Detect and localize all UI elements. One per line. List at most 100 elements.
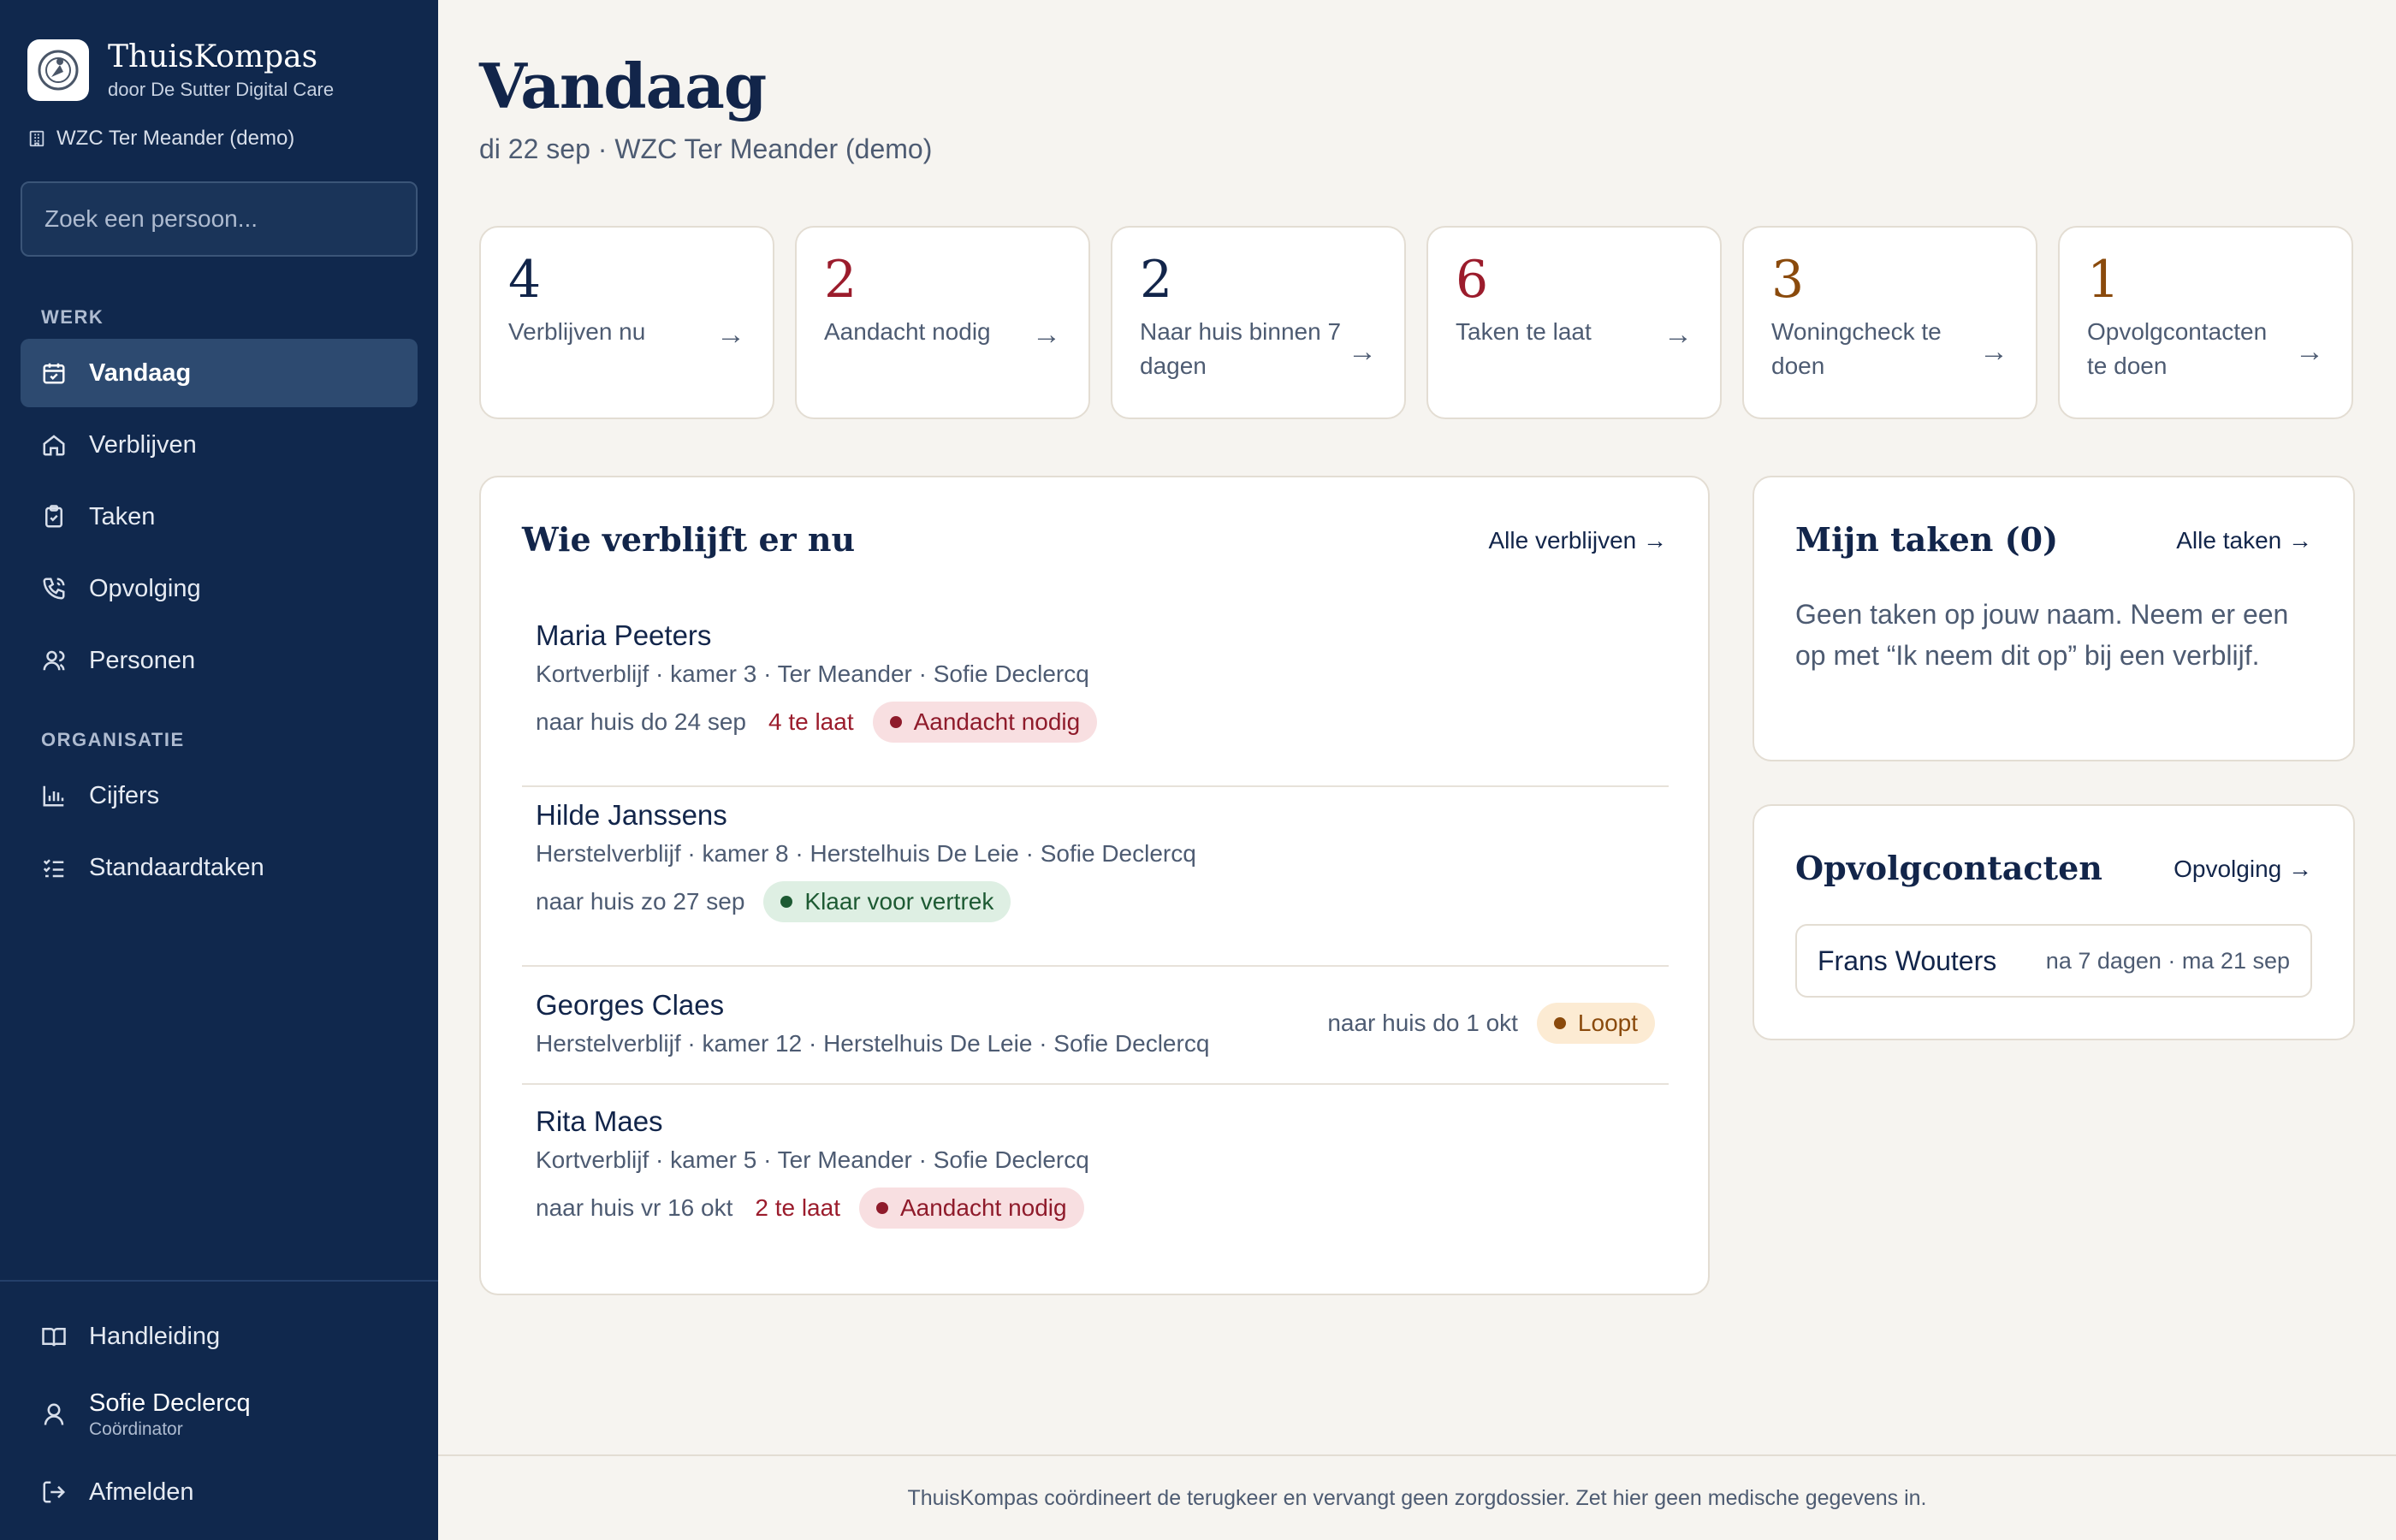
stat-label: Verblijven nu	[508, 318, 646, 345]
user-role: Coördinator	[89, 1419, 183, 1439]
badge-label: Klaar voor vertrek	[804, 888, 994, 915]
section-label-werk: WERK	[41, 306, 104, 328]
stay-status: naar huis do 24 sep 4 te laat Aandacht n…	[536, 702, 1098, 743]
stay-status: naar huis zo 27 sep Klaar voor vertrek	[536, 881, 1011, 922]
calendar-icon	[43, 363, 65, 384]
clipboard-check-icon	[45, 505, 62, 528]
section-label-organisatie: ORGANISATIE	[41, 729, 185, 750]
badge-label: Aandacht nodig	[899, 1194, 1067, 1221]
stat-card-verblijven-nu[interactable]: 4 Verblijven nu →	[479, 226, 774, 419]
stat-card-opvolgcontacten[interactable]: 1 Opvolgcontacten te doen →	[2058, 226, 2353, 419]
sidebar-item-taken[interactable]: Taken	[21, 483, 418, 551]
stat-value: 3	[1771, 250, 1805, 310]
arrow-right-icon: →	[716, 318, 745, 351]
book-icon	[42, 1328, 66, 1347]
status-dot-icon	[780, 896, 793, 908]
stat-value: 4	[508, 250, 542, 310]
return-date: naar huis zo 27 sep	[536, 888, 745, 915]
return-date: naar huis do 1 okt	[1327, 1010, 1518, 1036]
sidebar-item-label: Afmelden	[89, 1478, 194, 1506]
stay-meta: Kortverblijf · kamer 3 · Ter Meander · S…	[536, 660, 1089, 687]
return-date: naar huis vr 16 okt	[536, 1194, 733, 1221]
arrow-right-icon: →	[1348, 335, 1377, 368]
status-dot-icon	[875, 1202, 888, 1214]
sidebar-item-afmelden[interactable]: Afmelden	[21, 1458, 418, 1526]
sidebar-item-personen[interactable]: Personen	[21, 626, 418, 695]
stay-row[interactable]: Georges Claes Herstelverblijf · kamer 12…	[522, 967, 1669, 1085]
arrow-right-icon: →	[1664, 318, 1693, 351]
person-name: Hilde Janssens	[536, 799, 727, 831]
stat-cards: 4 Verblijven nu → 2 Aandacht nodig → 2 N…	[479, 226, 2353, 419]
status-badge: Aandacht nodig	[858, 1188, 1084, 1229]
stay-meta: Herstelverblijf · kamer 8 · Herstelhuis …	[536, 840, 1196, 867]
sidebar-item-handleiding[interactable]: Handleiding	[21, 1302, 418, 1371]
contact-name: Frans Wouters	[1818, 945, 1997, 976]
search-input[interactable]	[21, 181, 418, 257]
followup-contact-item[interactable]: Frans Wouters na 7 dagen · ma 21 sep	[1795, 924, 2312, 998]
my-tasks-card: Mijn taken (0) Alle taken → Geen taken o…	[1753, 476, 2355, 761]
sidebar-item-label: Handleiding	[89, 1322, 221, 1350]
arrow-right-icon: →	[2295, 335, 2324, 368]
status-dot-icon	[1553, 1017, 1566, 1029]
empty-state-text: Geen taken op jouw naam. Neem er een op …	[1795, 599, 2289, 671]
user-icon	[44, 1403, 64, 1425]
sidebar-item-opvolging[interactable]: Opvolging	[21, 554, 418, 623]
bar-chart-icon	[43, 785, 64, 807]
organisation-name: WZC Ter Meander (demo)	[56, 127, 295, 150]
app-name: ThuisKompas	[108, 39, 318, 74]
logout-icon	[43, 1481, 66, 1503]
user-profile[interactable]: Sofie Declercq Coördinator	[21, 1374, 418, 1454]
stay-status: naar huis vr 16 okt 2 te laat Aandacht n…	[536, 1188, 1084, 1229]
status-badge: Klaar voor vertrek	[763, 881, 1011, 922]
status-dot-icon	[889, 716, 902, 728]
sidebar-item-label: Vandaag	[89, 358, 192, 387]
stat-label: Aandacht nodig	[824, 318, 991, 345]
late-count: 4 te laat	[768, 708, 854, 735]
stay-row[interactable]: Rita Maes Kortverblijf · kamer 5 · Ter M…	[522, 1085, 1669, 1265]
stat-label: Opvolgcontacten te doen	[2087, 318, 2268, 379]
stay-meta: Kortverblijf · kamer 5 · Ter Meander · S…	[536, 1146, 1089, 1173]
badge-label: Loopt	[1577, 1010, 1638, 1036]
current-stays-card: Wie verblijft er nu Alle verblijven → Ma…	[479, 476, 1710, 1295]
late-count: 2 te laat	[755, 1194, 840, 1221]
sidebar-item-cijfers[interactable]: Cijfers	[21, 761, 418, 830]
stat-card-taken-te-laat[interactable]: 6 Taken te laat →	[1426, 226, 1722, 419]
followup-link[interactable]: Opvolging →	[2174, 856, 2312, 883]
stat-card-naar-huis[interactable]: 2 Naar huis binnen 7 dagen →	[1111, 226, 1406, 419]
nav-footer: Handleiding Sofie Declercq Coördinator A…	[21, 1302, 418, 1530]
sidebar-item-label: Opvolging	[89, 574, 201, 602]
sidebar-item-standaardtaken[interactable]: Standaardtaken	[21, 833, 418, 902]
home-icon	[43, 435, 65, 456]
compass-logo-icon	[27, 39, 89, 101]
stay-row[interactable]: Hilde Janssens Herstelverblijf · kamer 8…	[522, 787, 1669, 967]
all-tasks-link[interactable]: Alle taken →	[2176, 527, 2312, 554]
checklist-icon	[43, 859, 64, 878]
sidebar-item-vandaag[interactable]: Vandaag	[21, 339, 418, 407]
stay-status: naar huis do 1 okt Loopt	[1327, 1003, 1655, 1044]
sidebar: ThuisKompas door De Sutter Digital Care …	[0, 0, 438, 1540]
stat-card-woningcheck[interactable]: 3 Woningcheck te doen →	[1742, 226, 2037, 419]
person-name: Maria Peeters	[536, 619, 712, 651]
all-stays-link[interactable]: Alle verblijven →	[1488, 527, 1667, 554]
stat-value: 6	[1456, 250, 1489, 310]
stay-row[interactable]: Maria Peeters Kortverblijf · kamer 3 · T…	[522, 607, 1669, 787]
sidebar-item-verblijven[interactable]: Verblijven	[21, 411, 418, 479]
stat-label: Woningcheck te doen	[1771, 318, 1942, 379]
sidebar-item-label: Verblijven	[89, 430, 197, 459]
building-icon	[29, 130, 44, 147]
stat-card-aandacht-nodig[interactable]: 2 Aandacht nodig →	[795, 226, 1090, 419]
brand[interactable]: ThuisKompas door De Sutter Digital Care	[27, 39, 334, 101]
stay-meta: Herstelverblijf · kamer 12 · Herstelhuis…	[536, 1030, 1210, 1057]
stat-label: Naar huis binnen 7 dagen	[1140, 318, 1342, 379]
return-date: naar huis do 24 sep	[536, 708, 746, 735]
stat-value: 1	[2087, 250, 2120, 310]
sidebar-item-label: Cijfers	[89, 781, 160, 809]
nav-werk: Vandaag Verblijven Taken Opvolging Perso…	[21, 339, 418, 698]
nav-organisatie: Cijfers Standaardtaken	[21, 761, 418, 905]
phone-icon	[43, 578, 65, 600]
arrow-right-icon: →	[1979, 335, 2008, 368]
card-title: Opvolgcontacten	[1795, 849, 2102, 887]
stat-value: 2	[824, 250, 857, 310]
footer-disclaimer: ThuisKompas coördineert de terugkeer en …	[438, 1454, 2396, 1540]
main-content: Vandaag di 22 sep · WZC Ter Meander (dem…	[438, 0, 2396, 1540]
